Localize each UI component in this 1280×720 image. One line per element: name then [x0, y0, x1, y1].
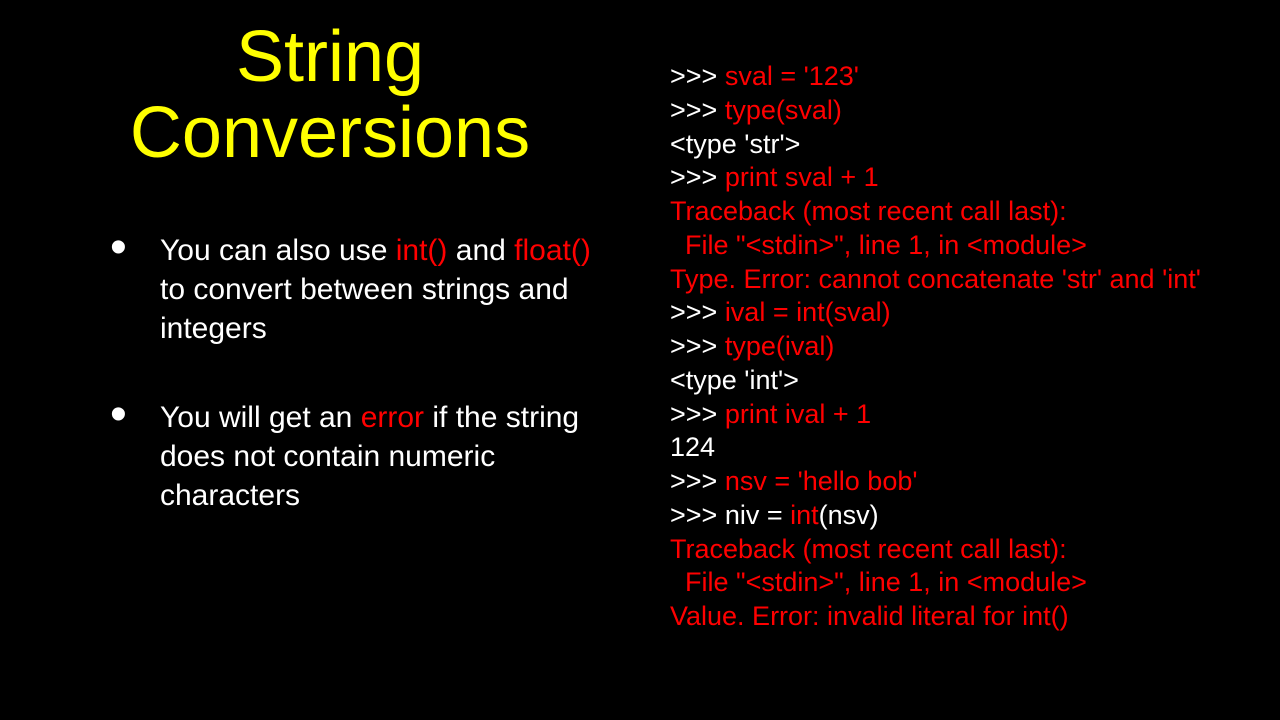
code-error: File "<stdin>", line 1, in <module> — [670, 229, 1240, 263]
highlight: int() — [396, 234, 448, 267]
code-input: type(sval) — [725, 95, 842, 125]
slide: String Conversions You can also use int(… — [0, 0, 1280, 720]
bullet-text: to convert between strings and integers — [160, 273, 569, 345]
code-line: <type 'str'> — [670, 128, 1240, 162]
code-line: <type 'int'> — [670, 364, 1240, 398]
code-error: Type. Error: cannot concatenate 'str' an… — [670, 263, 1240, 297]
highlight: float() — [514, 234, 591, 267]
code-line: >>> niv = int(nsv) — [670, 499, 1240, 533]
prompt: >>> — [670, 466, 725, 496]
bullet-text: and — [447, 234, 514, 267]
prompt: >>> — [670, 297, 725, 327]
code-block: >>> sval = '123' >>> type(sval) <type 's… — [640, 20, 1240, 700]
code-line: 124 — [670, 431, 1240, 465]
code-input: type(ival) — [725, 331, 835, 361]
code-input: print ival + 1 — [725, 399, 871, 429]
bullet-item: You can also use int() and float() to co… — [110, 231, 620, 348]
bullet-text: You will get an — [160, 401, 361, 434]
code-line: >>> type(sval) — [670, 94, 1240, 128]
slide-title: String Conversions — [40, 20, 620, 171]
bullet-item: You will get an error if the string does… — [110, 398, 620, 515]
code-input: sval = '123' — [725, 61, 859, 91]
code-line: >>> print sval + 1 — [670, 161, 1240, 195]
code-input: (nsv) — [819, 500, 879, 530]
code-error: Value. Error: invalid literal for int() — [670, 600, 1240, 634]
prompt: >>> — [670, 61, 725, 91]
code-input: ival = int(sval) — [725, 297, 891, 327]
left-column: String Conversions You can also use int(… — [40, 20, 640, 700]
prompt: >>> — [670, 500, 725, 530]
code-input: niv = — [725, 500, 790, 530]
code-line: >>> type(ival) — [670, 330, 1240, 364]
code-line: >>> nsv = 'hello bob' — [670, 465, 1240, 499]
code-line: >>> print ival + 1 — [670, 398, 1240, 432]
code-input: print sval + 1 — [725, 162, 879, 192]
code-error: Traceback (most recent call last): — [670, 195, 1240, 229]
code-line: >>> sval = '123' — [670, 60, 1240, 94]
highlight: error — [361, 401, 424, 434]
prompt: >>> — [670, 331, 725, 361]
highlight: int — [790, 500, 819, 530]
prompt: >>> — [670, 162, 725, 192]
prompt: >>> — [670, 95, 725, 125]
bullet-text: You can also use — [160, 234, 396, 267]
prompt: >>> — [670, 399, 725, 429]
code-error: Traceback (most recent call last): — [670, 533, 1240, 567]
code-input: nsv = 'hello bob' — [725, 466, 918, 496]
code-line: >>> ival = int(sval) — [670, 296, 1240, 330]
code-error: File "<stdin>", line 1, in <module> — [670, 566, 1240, 600]
bullet-list: You can also use int() and float() to co… — [110, 231, 620, 515]
